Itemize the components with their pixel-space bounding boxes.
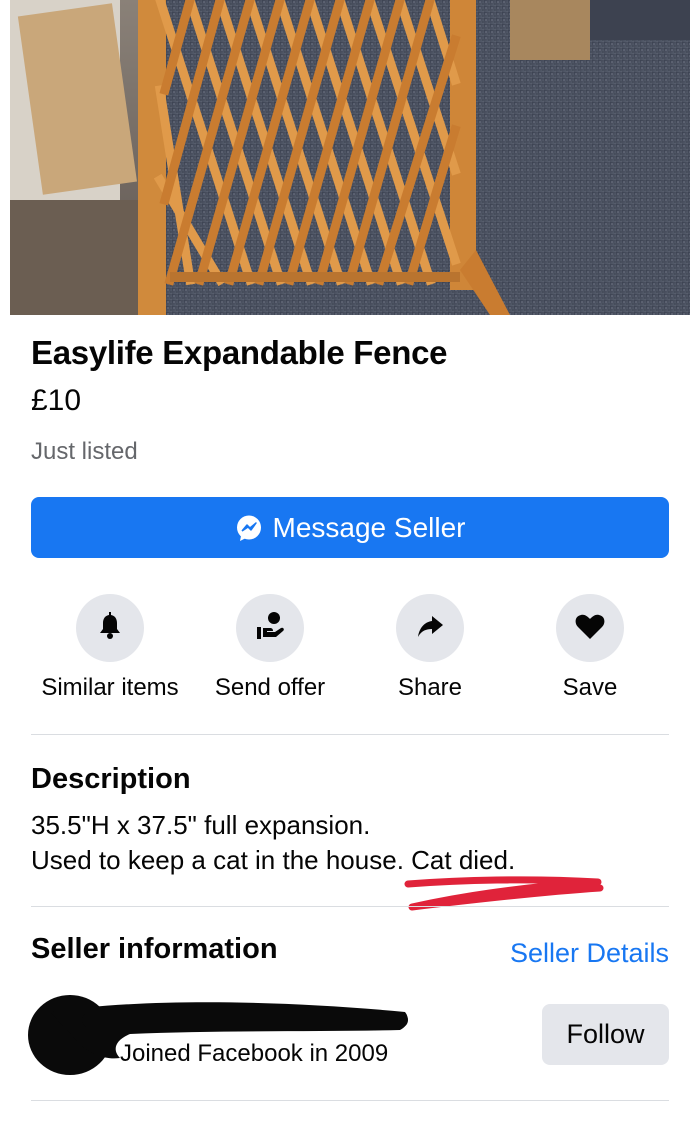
redacted-seller-name [28,995,408,1075]
save-label: Save [562,674,618,701]
offer-hand-icon [253,609,287,648]
save-circle [556,594,624,662]
bell-icon [95,611,125,646]
listing-status: Just listed [31,438,138,465]
messenger-icon [235,514,263,542]
share-circle [396,594,464,662]
save-button[interactable]: Save [510,594,670,702]
share-label: Share [397,674,463,701]
listing-price: £10 [31,384,82,417]
similar-items-button[interactable]: Similar items [30,594,190,702]
follow-button[interactable]: Follow [542,1004,669,1065]
divider-description [31,906,669,907]
message-seller-button[interactable]: Message Seller [31,497,669,558]
fence-photo-image [10,0,690,315]
description-line-1: 35.5"H x 37.5" full expansion. [31,810,371,840]
listing-title: Easylife Expandable Fence [31,334,448,371]
marketplace-listing-page: Easylife Expandable Fence £10 Just liste… [0,0,700,1121]
heart-icon [574,611,606,646]
divider-actions [31,734,669,735]
send-offer-circle [236,594,304,662]
description-heading: Description [31,763,191,795]
seller-information-heading: Seller information [31,933,278,965]
similar-items-label: Similar items [41,674,179,701]
seller-joined-text: Joined Facebook in 2009 [120,1040,389,1067]
similar-items-circle [76,594,144,662]
listing-photo[interactable] [10,0,690,315]
red-underline-annotation [404,876,604,911]
send-offer-button[interactable]: Send offer [190,594,350,702]
share-arrow-icon [415,611,445,646]
send-offer-label: Send offer [214,674,326,701]
seller-details-link[interactable]: Seller Details [510,938,669,969]
message-seller-label: Message Seller [272,511,466,543]
share-button[interactable]: Share [350,594,510,702]
divider-seller [31,1100,669,1101]
